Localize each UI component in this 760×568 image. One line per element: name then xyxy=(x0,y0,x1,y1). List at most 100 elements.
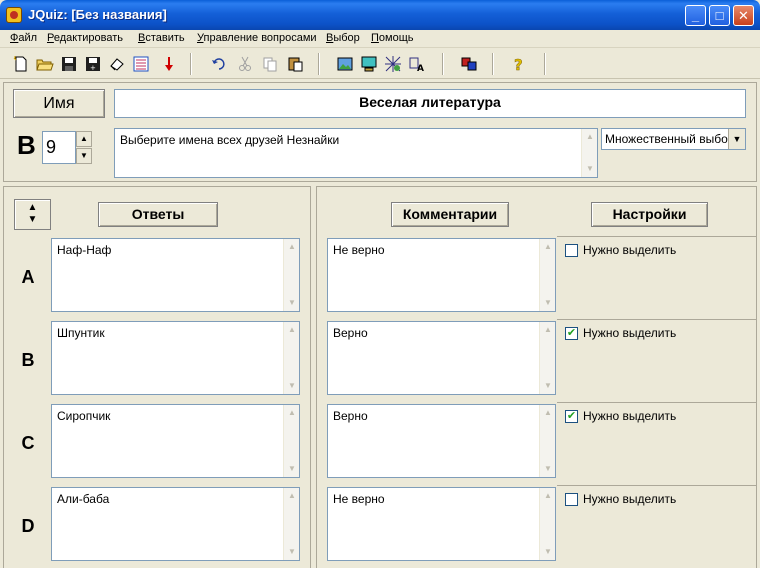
must-select-checkbox[interactable] xyxy=(565,244,578,257)
question-type-select[interactable]: Множественный выбор ▼ xyxy=(601,128,746,150)
name-button[interactable]: Имя xyxy=(13,89,105,118)
scroll-down-icon[interactable]: ▼ xyxy=(284,461,300,477)
must-select-checkbox[interactable]: ✔ xyxy=(565,410,578,423)
answer-letter: C xyxy=(21,433,35,453)
chevron-down-icon[interactable]: ▼ xyxy=(728,129,745,149)
scroll-up-icon[interactable]: ▲ xyxy=(284,405,300,421)
new-file-icon[interactable] xyxy=(12,55,30,73)
app-icon[interactable] xyxy=(6,7,22,23)
answer-field[interactable]: Наф-Наф ▲ ▼ xyxy=(51,238,300,312)
scroll-down-icon[interactable]: ▼ xyxy=(540,295,556,311)
comment-scrollbar[interactable]: ▲ ▼ xyxy=(539,322,555,394)
close-button[interactable]: ✕ xyxy=(733,5,754,26)
row-divider xyxy=(557,402,757,403)
settings-button[interactable]: Настройки xyxy=(591,202,708,227)
toolbar-separator xyxy=(318,53,320,75)
question-text: Выберите имена всех друзей Незнайки xyxy=(120,133,340,147)
image-icon[interactable] xyxy=(336,55,354,73)
scroll-down-icon[interactable]: ▼ xyxy=(540,461,556,477)
scroll-down-icon[interactable]: ▼ xyxy=(540,544,556,560)
must-select-checkbox[interactable]: ✔ xyxy=(565,327,578,340)
toolbar: + A ? xyxy=(0,49,760,79)
question-number-down-arrow-icon[interactable]: ▼ xyxy=(76,148,92,164)
menu-help[interactable]: Помощь xyxy=(371,32,414,44)
answer-field[interactable]: Сиропчик ▲ ▼ xyxy=(51,404,300,478)
comment-field[interactable]: Верно ▲ ▼ xyxy=(327,404,556,478)
svg-text:?: ? xyxy=(514,56,523,73)
menu-insert[interactable]: Вставить xyxy=(138,32,185,44)
scroll-up-icon[interactable]: ▲ xyxy=(284,322,300,338)
answer-scrollbar[interactable]: ▲ ▼ xyxy=(283,322,299,394)
answer-scrollbar[interactable]: ▲ ▼ xyxy=(283,488,299,560)
scroll-down-icon[interactable]: ▼ xyxy=(284,544,300,560)
answers-button[interactable]: Ответы xyxy=(98,202,218,227)
scroll-down-icon[interactable]: ▼ xyxy=(284,378,300,394)
svg-text:A: A xyxy=(417,64,424,73)
checkmark-icon: ✔ xyxy=(566,327,577,339)
palette-icon[interactable] xyxy=(460,55,478,73)
copy-icon[interactable] xyxy=(261,55,279,73)
row-divider xyxy=(557,485,757,486)
arrow-down-icon[interactable] xyxy=(160,55,178,73)
comment-scrollbar[interactable]: ▲ ▼ xyxy=(539,239,555,311)
answer-field[interactable]: Шпунтик ▲ ▼ xyxy=(51,321,300,395)
menu-manage-questions[interactable]: Управление вопросами xyxy=(197,32,317,44)
scroll-up-icon[interactable]: ▲ xyxy=(284,239,300,255)
cut-icon[interactable] xyxy=(236,55,254,73)
answer-letter: A xyxy=(21,267,35,287)
comment-field[interactable]: Не верно ▲ ▼ xyxy=(327,238,556,312)
maximize-button[interactable]: □ xyxy=(709,5,730,26)
minimize-button[interactable]: _ xyxy=(685,5,706,26)
scroll-up-icon[interactable]: ▲ xyxy=(540,239,556,255)
answer-scrollbar[interactable]: ▲ ▼ xyxy=(283,405,299,477)
answer-text: Наф-Наф xyxy=(57,243,112,257)
quiz-title-field[interactable]: Веселая литература xyxy=(114,89,746,118)
comment-text: Верно xyxy=(333,409,368,423)
scroll-up-icon[interactable]: ▲ xyxy=(284,488,300,504)
checkmark-icon: ✔ xyxy=(566,410,577,422)
toolbar-separator xyxy=(492,53,494,75)
must-select-label: Нужно выделить xyxy=(583,326,677,340)
question-text-field[interactable]: Выберите имена всех друзей Незнайки ▲ ▼ xyxy=(114,128,598,178)
question-number-up-arrow-icon[interactable]: ▲ xyxy=(76,131,92,147)
undo-icon[interactable] xyxy=(210,55,228,73)
svg-text:+: + xyxy=(90,64,96,72)
comment-scrollbar[interactable]: ▲ ▼ xyxy=(539,488,555,560)
eraser-icon[interactable] xyxy=(108,55,126,73)
save-as-icon[interactable]: + xyxy=(84,55,102,73)
question-header-panel: Имя Веселая литература В 9 ▲ ▼ Выберите … xyxy=(3,82,757,182)
answer-letter: B xyxy=(21,350,35,370)
comment-field[interactable]: Верно ▲ ▼ xyxy=(327,321,556,395)
title-bar[interactable]: JQuiz: [Без названия] _ □ ✕ xyxy=(0,0,760,30)
menu-choice[interactable]: Выбор xyxy=(326,32,360,44)
scroll-up-icon[interactable]: ▲ xyxy=(540,322,556,338)
scroll-down-icon[interactable]: ▼ xyxy=(284,295,300,311)
save-icon[interactable] xyxy=(60,55,78,73)
text-net-icon[interactable]: A xyxy=(408,55,426,73)
question-number-field[interactable]: 9 xyxy=(42,131,76,164)
open-folder-icon[interactable] xyxy=(36,55,54,73)
help-icon[interactable]: ? xyxy=(510,55,528,73)
web-icon[interactable] xyxy=(384,55,402,73)
web-page-icon[interactable] xyxy=(132,55,150,73)
comment-field[interactable]: Не верно ▲ ▼ xyxy=(327,487,556,561)
answer-field[interactable]: Али-баба ▲ ▼ xyxy=(51,487,300,561)
must-select-label: Нужно выделить xyxy=(583,492,677,506)
menu-edit[interactable]: Редактировать xyxy=(47,32,123,44)
comment-text: Верно xyxy=(333,326,368,340)
scroll-up-icon[interactable]: ▲ xyxy=(540,405,556,421)
scroll-up-icon[interactable]: ▲ xyxy=(540,488,556,504)
scroll-down-icon[interactable]: ▼ xyxy=(540,378,556,394)
comments-button[interactable]: Комментарии xyxy=(391,202,509,227)
must-select-label: Нужно выделить xyxy=(583,243,677,257)
must-select-checkbox[interactable] xyxy=(565,493,578,506)
answer-scrollbar[interactable]: ▲ ▼ xyxy=(283,239,299,311)
scroll-up-icon[interactable]: ▲ xyxy=(582,129,598,145)
scroll-down-icon[interactable]: ▼ xyxy=(582,161,598,177)
comment-scrollbar[interactable]: ▲ ▼ xyxy=(539,405,555,477)
reorder-answers-button[interactable]: ▲ ▼ xyxy=(14,199,51,230)
paste-icon[interactable] xyxy=(286,55,304,73)
screen-icon[interactable] xyxy=(360,55,378,73)
menu-file[interactable]: Файл xyxy=(10,32,37,44)
question-text-scrollbar[interactable]: ▲ ▼ xyxy=(581,129,597,177)
